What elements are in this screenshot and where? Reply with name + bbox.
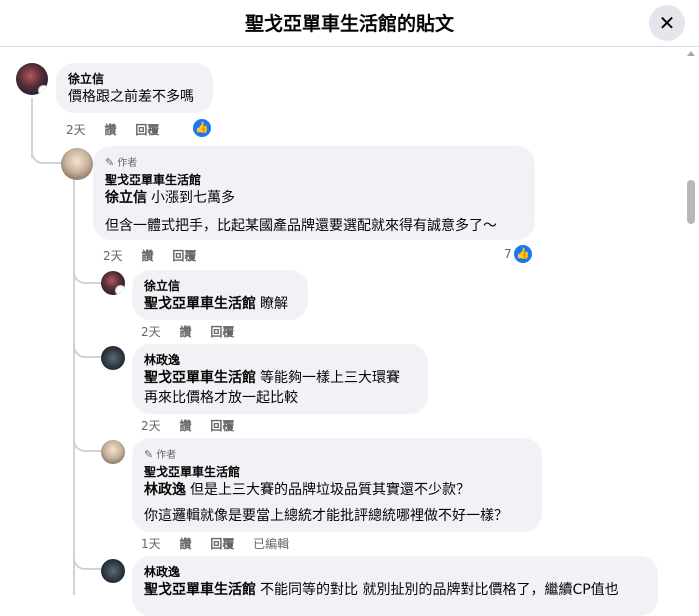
avatar[interactable] [61, 148, 93, 180]
comment-time[interactable]: 1天 [141, 537, 161, 551]
pencil-icon: ✎ [105, 156, 115, 169]
comment-text: 聖戈亞單車生活館 不能同等的對比 就別扯別的品牌對比價格了，繼續CP值也 [144, 582, 619, 598]
commenter-name[interactable]: 徐立信 [68, 71, 201, 87]
comment-bubble: 林政逸 聖戈亞單車生活館 不能同等的對比 就別扯別的品牌對比價格了，繼續CP值也 [132, 556, 658, 616]
avatar[interactable] [101, 440, 125, 464]
mention-link[interactable]: 聖戈亞單車生活館 [144, 296, 256, 312]
avatar[interactable] [101, 559, 125, 583]
commenter-name[interactable]: 林政逸 [144, 352, 416, 368]
comment-time[interactable]: 2天 [141, 325, 161, 339]
like-button[interactable]: 讚 [104, 123, 116, 137]
reply-button[interactable]: 回覆 [210, 325, 234, 339]
thread-line [31, 98, 33, 158]
comment-time[interactable]: 2天 [66, 123, 86, 137]
mention-link[interactable]: 徐立信 [105, 190, 147, 206]
commenter-name[interactable]: 林政逸 [144, 564, 646, 580]
comment-time[interactable]: 2天 [141, 419, 161, 433]
comment-text: 聖戈亞單車生活館 等能夠一樣上三大環賽 [144, 370, 400, 386]
avatar[interactable] [101, 271, 125, 295]
comment-text-paragraph: 你這邏輯就像是要當上總統才能批評總統哪裡做不好一樣？ [144, 508, 508, 524]
commenter-name[interactable]: 聖戈亞單車生活館 [144, 464, 530, 480]
reply-button[interactable]: 回覆 [172, 249, 196, 263]
comment-text-paragraph: 但含一體式把手，比起某國產品牌還要選配就來得有誠意多了～ [105, 218, 497, 234]
pencil-icon: ✎ [144, 448, 154, 461]
comment-actions: 2天 讚 回覆 [66, 121, 174, 138]
like-reaction-icon[interactable]: 👍 [513, 244, 533, 264]
commenter-name[interactable]: 聖戈亞單車生活館 [105, 172, 523, 188]
thread-connector [31, 150, 63, 164]
close-icon: ✕ [658, 11, 676, 35]
comment-text: 價格跟之前差不多嗎 [68, 89, 194, 105]
status-badge-icon [115, 285, 125, 295]
edited-label: 已編輯 [253, 537, 290, 551]
comment-text: 徐立信 小漲到七萬多 [105, 190, 235, 206]
mention-link[interactable]: 聖戈亞單車生活館 [144, 582, 256, 598]
comment-bubble: 徐立信 價格跟之前差不多嗎 [56, 63, 213, 113]
like-button[interactable]: 讚 [179, 537, 191, 551]
reply-button[interactable]: 回覆 [135, 123, 159, 137]
avatar[interactable] [16, 63, 48, 95]
reply-button[interactable]: 回覆 [210, 537, 234, 551]
author-badge: ✎ 作者 [144, 448, 177, 461]
comment-actions: 2天 讚 回覆 [141, 323, 249, 340]
thread-line [73, 178, 75, 595]
commenter-name[interactable]: 徐立信 [144, 278, 296, 294]
comment-bubble: ✎ 作者 聖戈亞單車生活館 徐立信 小漲到七萬多 但含一體式把手，比起某國產品牌還要… [93, 146, 535, 240]
comment-actions: 1天 讚 回覆 已編輯 [141, 535, 304, 552]
comment-text-line: 再來比價格才放一起比較 [144, 390, 298, 406]
thread-connector [73, 556, 101, 570]
scroll-up-arrow-icon[interactable] [687, 51, 695, 56]
comment-actions: 2天 讚 回覆 [141, 417, 249, 434]
comment-actions: 2天 讚 回覆 [103, 247, 211, 264]
author-badge: ✎ 作者 [105, 156, 138, 169]
comment-bubble: 林政逸 聖戈亞單車生活館 等能夠一樣上三大環賽 再來比價格才放一起比較 [132, 344, 428, 414]
avatar[interactable] [101, 346, 125, 370]
dialog-header: 聖戈亞單車生活館的貼文 ✕ [0, 0, 699, 47]
thread-connector [73, 270, 101, 284]
comment-bubble: ✎ 作者 聖戈亞單車生活館 林政逸 但是上三大賽的品牌垃圾品質其實還不少款？ 你這邏… [132, 438, 542, 532]
thread-connector [73, 438, 101, 452]
comment-bubble: 徐立信 聖戈亞單車生活館 瞭解 [132, 270, 308, 320]
reply-button[interactable]: 回覆 [210, 419, 234, 433]
scroll-thumb[interactable] [687, 180, 695, 224]
comment-time[interactable]: 2天 [103, 249, 123, 263]
mention-link[interactable]: 林政逸 [144, 482, 186, 498]
like-reaction-icon[interactable]: 👍 [192, 118, 212, 138]
thread-connector [73, 344, 101, 358]
like-button[interactable]: 讚 [179, 325, 191, 339]
like-button[interactable]: 讚 [179, 419, 191, 433]
like-count: 7 [504, 247, 512, 261]
dialog-title: 聖戈亞單車生活館的貼文 [244, 13, 454, 35]
status-badge-icon [38, 85, 48, 95]
comment-text: 聖戈亞單車生活館 瞭解 [144, 296, 288, 312]
close-button[interactable]: ✕ [649, 5, 685, 41]
like-button[interactable]: 讚 [141, 249, 153, 263]
scrollbar[interactable] [684, 47, 698, 595]
mention-link[interactable]: 聖戈亞單車生活館 [144, 370, 256, 386]
comment-text: 林政逸 但是上三大賽的品牌垃圾品質其實還不少款？ [144, 482, 470, 498]
